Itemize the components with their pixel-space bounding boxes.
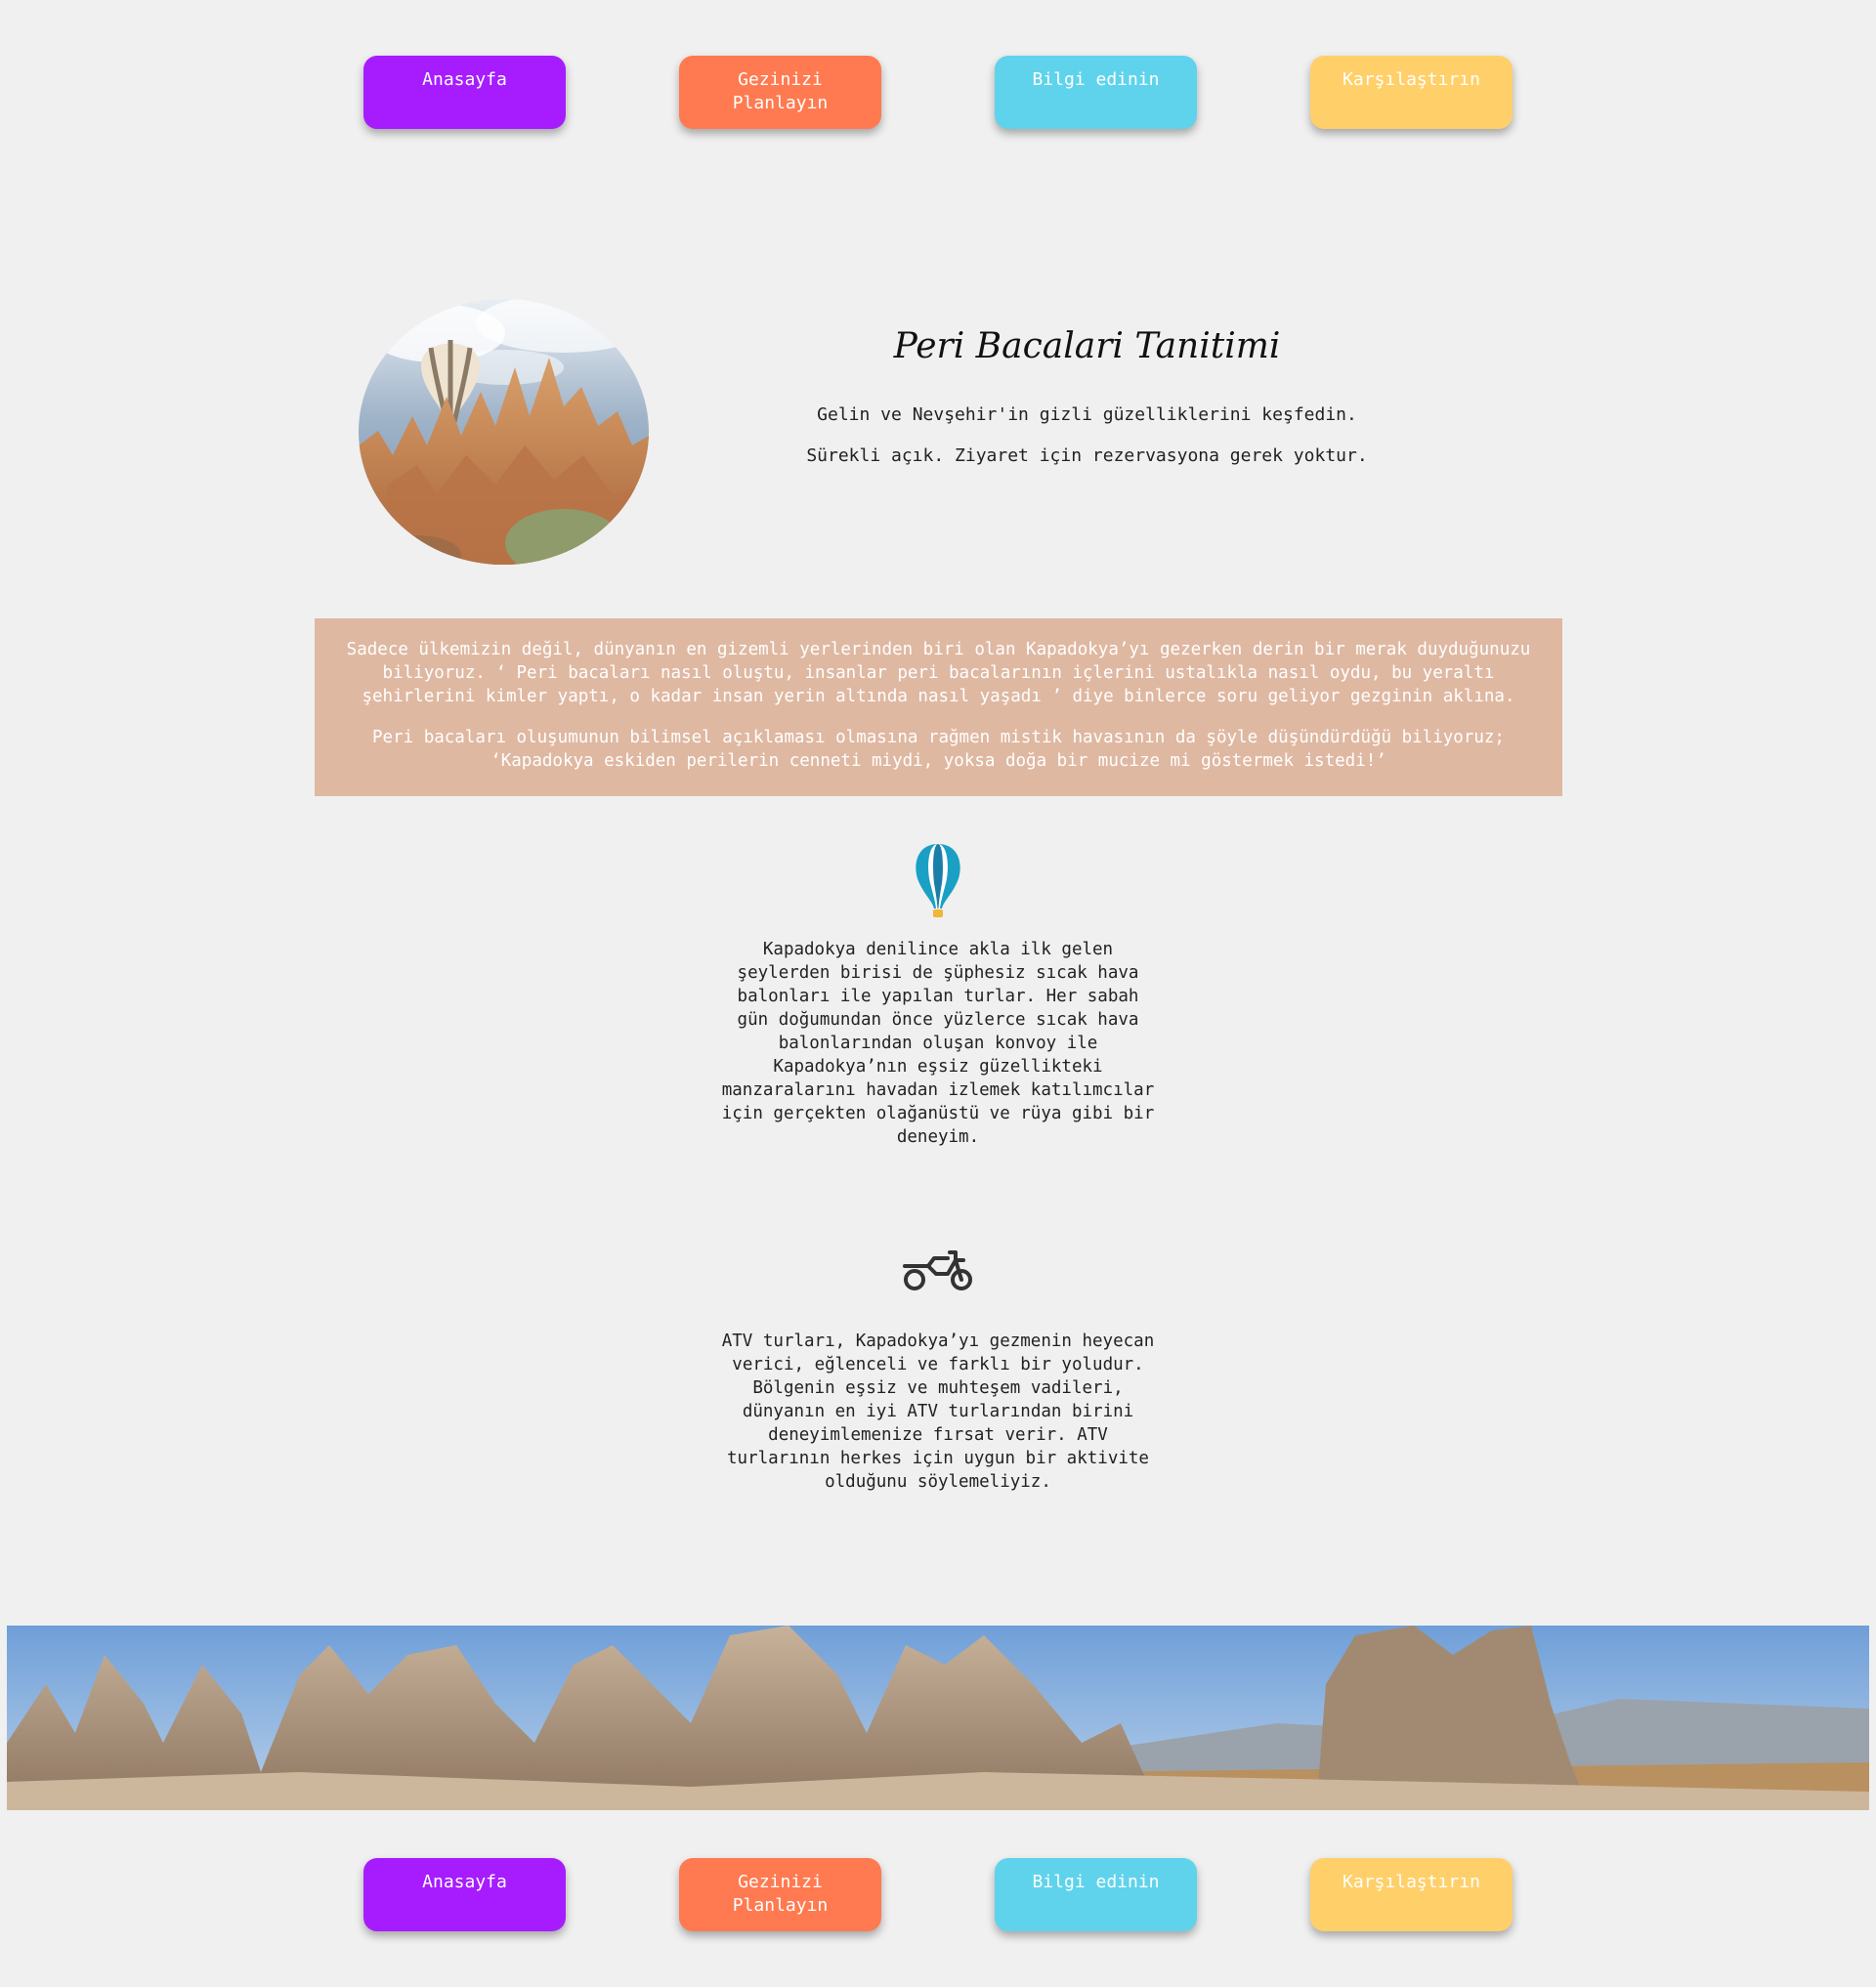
home-button-label: Anasayfa <box>422 69 507 90</box>
bottom-navigation: Anasayfa Gezinizi Planlayın Bilgi edinin… <box>0 1858 1876 1932</box>
hero-image <box>359 299 649 565</box>
intro-box: Sadece ülkemizin değil, dünyanın en gize… <box>315 618 1562 796</box>
compare-button[interactable]: Karşılaştırın <box>1310 56 1513 129</box>
home-button-label: Anasayfa <box>422 1872 507 1892</box>
panorama-image <box>7 1626 1869 1810</box>
home-button[interactable]: Anasayfa <box>363 1858 566 1931</box>
atv-tour-text: ATV turları, Kapadokya’yı gezmenin heyec… <box>721 1332 1155 1492</box>
home-button[interactable]: Anasayfa <box>363 56 566 129</box>
hero-opening-info: Sürekli açık. Ziyaret için rezervasyona … <box>806 445 1368 466</box>
learn-more-button[interactable]: Bilgi edinin <box>995 1858 1197 1931</box>
learn-more-button-label: Bilgi edinin <box>1032 69 1160 90</box>
hot-air-balloon-icon <box>899 840 977 918</box>
balloon-tour-text: Kapadokya denilince akla ilk gelen şeyle… <box>721 940 1155 1147</box>
hero-subtitle: Gelin ve Nevşehir'in gizli güzelliklerin… <box>817 404 1357 425</box>
compare-button-label: Karşılaştırın <box>1343 69 1480 90</box>
intro-paragraph-2: Peri bacaları oluşumunun bilimsel açıkla… <box>372 728 1505 771</box>
page-title: Peri Bacalari Tanitimi <box>893 326 1281 366</box>
compare-button[interactable]: Karşılaştırın <box>1310 1858 1513 1931</box>
plan-trip-button-label: Gezinizi Planlayın <box>732 69 829 113</box>
intro-paragraph-1: Sadece ülkemizin değil, dünyanın en gize… <box>346 640 1531 706</box>
compare-button-label: Karşılaştırın <box>1343 1872 1480 1892</box>
motorcycle-icon <box>899 1241 977 1319</box>
plan-trip-button[interactable]: Gezinizi Planlayın <box>679 56 881 129</box>
plan-trip-button[interactable]: Gezinizi Planlayın <box>679 1858 881 1931</box>
learn-more-button-label: Bilgi edinin <box>1032 1872 1160 1892</box>
plan-trip-button-label: Gezinizi Planlayın <box>732 1872 829 1916</box>
top-navigation: Anasayfa Gezinizi Planlayın Bilgi edinin… <box>0 56 1876 130</box>
learn-more-button[interactable]: Bilgi edinin <box>995 56 1197 129</box>
